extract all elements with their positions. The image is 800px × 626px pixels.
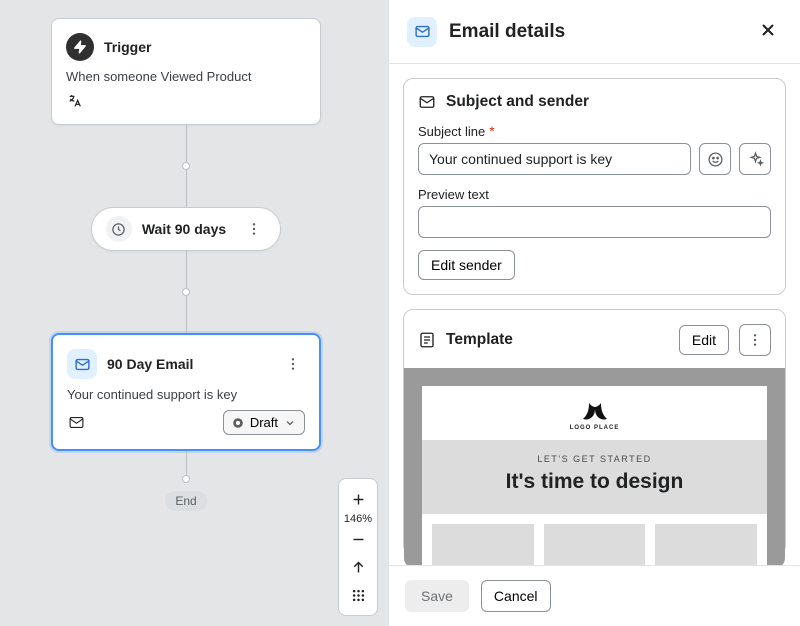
zoom-out-button[interactable] xyxy=(339,525,377,553)
template-icon xyxy=(418,331,436,349)
zoom-controls: 146% xyxy=(338,478,378,616)
trigger-title: Trigger xyxy=(104,39,151,55)
close-icon xyxy=(758,20,778,40)
more-vertical-icon xyxy=(285,356,301,372)
draft-status-icon xyxy=(232,417,244,429)
template-logo-text: LOGO PLACE xyxy=(570,425,620,431)
subject-sender-section: Subject and sender Subject line * Previe… xyxy=(403,78,786,295)
minus-icon xyxy=(350,531,367,548)
preview-text-input[interactable] xyxy=(418,206,771,238)
template-preview[interactable]: LOGO PLACE LET'S GET STARTED It's time t… xyxy=(404,368,785,565)
trigger-card[interactable]: Trigger When someone Viewed Product xyxy=(51,18,321,125)
ai-generate-button[interactable] xyxy=(739,143,771,175)
section-heading: Template xyxy=(446,331,513,349)
template-logo: LOGO PLACE xyxy=(422,386,767,440)
email-outline-icon xyxy=(67,414,85,432)
status-label: Draft xyxy=(250,415,278,430)
email-node-subtitle: Your continued support is key xyxy=(67,387,305,402)
wait-title: Wait 90 days xyxy=(142,221,226,237)
translate-icon xyxy=(66,92,84,110)
wait-more-button[interactable] xyxy=(242,217,266,241)
email-icon xyxy=(67,349,97,379)
email-node-more-button[interactable] xyxy=(281,352,305,376)
template-column-placeholder xyxy=(544,524,646,565)
email-icon xyxy=(407,17,437,47)
email-node-title: 90 Day Email xyxy=(107,356,193,372)
template-more-button[interactable] xyxy=(739,324,771,356)
template-headline: It's time to design xyxy=(422,470,767,494)
trigger-description: When someone Viewed Product xyxy=(66,69,306,84)
required-indicator: * xyxy=(489,123,494,139)
template-column-placeholder xyxy=(432,524,534,565)
more-vertical-icon xyxy=(246,221,262,237)
panel-title: Email details xyxy=(449,21,565,43)
email-outline-icon xyxy=(418,93,436,111)
subject-label: Subject line xyxy=(418,124,485,139)
save-button[interactable]: Save xyxy=(405,580,469,612)
lightning-icon xyxy=(66,33,94,61)
subject-input[interactable] xyxy=(418,143,691,175)
template-kicker: LET'S GET STARTED xyxy=(422,454,767,464)
chevron-down-icon xyxy=(284,417,296,429)
zoom-level: 146% xyxy=(344,513,372,525)
details-panel: Email details Subject and sender Subject… xyxy=(388,0,800,626)
edit-sender-button[interactable]: Edit sender xyxy=(418,250,515,280)
template-section: Template Edit LOGO PLACE LET'S GET START… xyxy=(403,309,786,555)
preview-text-label: Preview text xyxy=(418,187,489,202)
end-node: End xyxy=(165,491,206,511)
grid-icon xyxy=(351,588,366,603)
edit-template-button[interactable]: Edit xyxy=(679,325,729,355)
more-vertical-icon xyxy=(747,332,763,348)
arrow-up-icon xyxy=(350,559,367,576)
close-panel-button[interactable] xyxy=(754,16,782,47)
email-node-card[interactable]: 90 Day Email Your continued support is k… xyxy=(51,333,321,451)
wait-node[interactable]: Wait 90 days xyxy=(91,207,281,251)
emoji-icon xyxy=(707,151,724,168)
reset-view-button[interactable] xyxy=(339,553,377,581)
grid-view-button[interactable] xyxy=(339,581,377,609)
zoom-in-button[interactable] xyxy=(339,485,377,513)
section-heading: Subject and sender xyxy=(446,93,589,111)
sparkle-icon xyxy=(747,151,764,168)
emoji-button[interactable] xyxy=(699,143,731,175)
status-select[interactable]: Draft xyxy=(223,410,305,435)
workflow-canvas[interactable]: Trigger When someone Viewed Product Wait… xyxy=(0,0,388,626)
clock-icon xyxy=(106,216,132,242)
cancel-button[interactable]: Cancel xyxy=(481,580,551,612)
template-column-placeholder xyxy=(655,524,757,565)
plus-icon xyxy=(350,491,367,508)
